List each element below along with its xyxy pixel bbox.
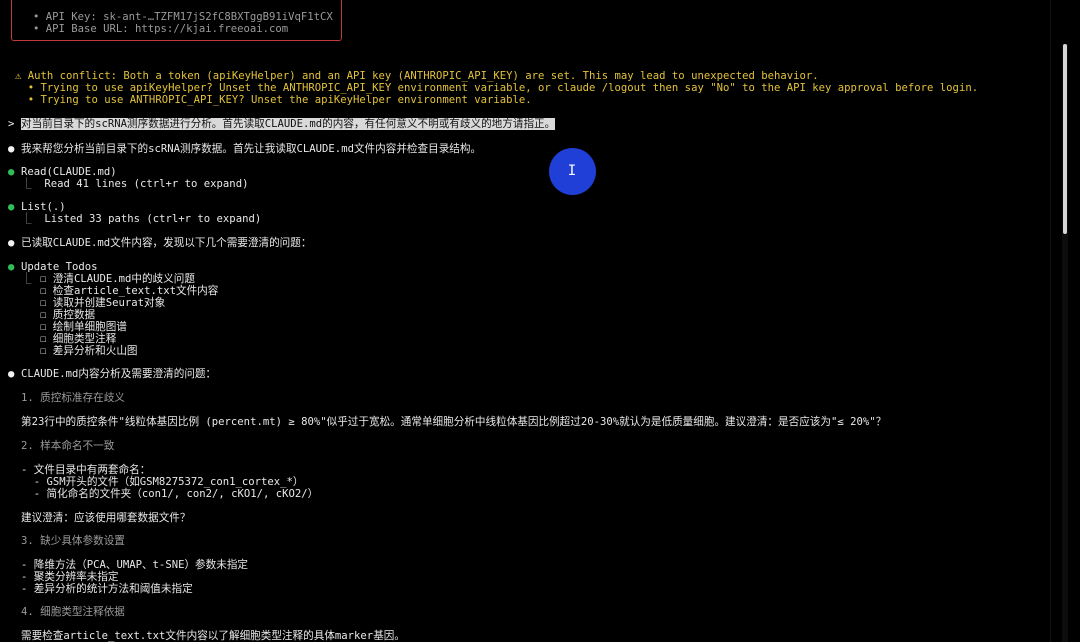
auth-conflict-warning: ⚠ Auth conflict: Both a token (apiKeyHel…	[15, 70, 819, 82]
tool-result-list[interactable]: ⎿ Listed 33 paths (ctrl+r to expand)	[21, 213, 261, 225]
section-2-line: - 文件目录中有两套命名：	[21, 464, 151, 476]
terminal-window[interactable]: • API Key: sk-ant-…TZFM17jS2fC8BXTggB91i…	[0, 0, 1080, 642]
section-1-heading: 1. 质控标准存在歧义	[21, 392, 125, 404]
bullet-icon: ●	[8, 237, 15, 249]
section-3-line: - 差异分析的统计方法和阈值未指定	[21, 583, 193, 595]
success-bullet-icon: ●	[8, 261, 15, 273]
section-4-body: 需要检查article_text.txt文件内容以了解细胞类型注释的具体mark…	[21, 630, 405, 642]
todo-item: ☐ 差异分析和火山图	[40, 345, 138, 357]
tool-call-list[interactable]: ● List(.)	[8, 201, 66, 213]
tool-result-read[interactable]: ⎿ Read 41 lines (ctrl+r to expand)	[21, 178, 248, 190]
api-base-url-line: • API Base URL: https://kjai.freeoai.com	[33, 23, 289, 35]
assistant-message-intro: ● 我来帮您分析当前目录下的scRNA测序数据。首先让我读取CLAUDE.md文件…	[8, 143, 482, 155]
bullet-icon: ●	[8, 143, 15, 155]
section-2-heading: 2. 样本命名不一致	[21, 440, 115, 452]
todo-item: ☐ 细胞类型注释	[40, 333, 117, 345]
text-cursor-icon: I	[567, 163, 577, 179]
update-todos-title: ● Update Todos	[8, 261, 98, 273]
section-2-line: - 简化命名的文件夹（con1/, con2/, cKO1/, cKO2/）	[21, 488, 319, 500]
api-key-line: • API Key: sk-ant-…TZFM17jS2fC8BXTggB91i…	[33, 11, 333, 23]
section-3-line: - 降维方法（PCA、UMAP、t-SNE）参数未指定	[21, 559, 249, 571]
scrollbar-thumb[interactable]	[1063, 44, 1067, 234]
branch-icon: ⎿	[21, 273, 32, 285]
section-3-line: - 聚类分辨率未指定	[21, 571, 119, 583]
read-summary: ● 已读取CLAUDE.md文件内容，发现以下几个需要澄清的问题：	[8, 237, 312, 249]
tool-call-read[interactable]: ● Read(CLAUDE.md)	[8, 166, 117, 178]
section-1-body: 第23行中的质控条件"线粒体基因比例 (percent.mt) ≥ 80%"似乎…	[21, 416, 887, 428]
section-2-question: 建议澄清：应该使用哪套数据文件？	[21, 512, 191, 524]
section-2-line: - GSM开头的文件（如GSM8275372_con1_cortex_*）	[21, 476, 304, 488]
user-prompt-marker: >	[8, 118, 15, 130]
branch-icon: ⎿	[21, 178, 32, 190]
todo-item: ☐ 澄清CLAUDE.md中的歧义问题	[40, 273, 195, 285]
success-bullet-icon: ●	[8, 201, 15, 213]
todo-item: ☐ 绘制单细胞图谱	[40, 321, 127, 333]
warning-hint-api-key: • Trying to use ANTHROPIC_API_KEY? Unset…	[15, 94, 532, 106]
success-bullet-icon: ●	[8, 166, 15, 178]
branch-icon: ⎿	[21, 213, 32, 225]
todo-item: ☐ 质控数据	[40, 309, 96, 321]
todo-item: ☐ 读取并创建Seurat对象	[40, 297, 166, 309]
analysis-title: ● CLAUDE.md内容分析及需要澄清的问题：	[8, 368, 217, 380]
todo-item: ☐ 检查article_text.txt文件内容	[40, 285, 219, 297]
section-3-heading: 3. 缺少具体参数设置	[21, 535, 125, 547]
warning-hint-apikeyhelper: • Trying to use apiKeyHelper? Unset the …	[15, 82, 979, 94]
bullet-icon: ●	[8, 368, 15, 380]
divider	[1050, 0, 1051, 642]
section-4-heading: 4. 细胞类型注释依据	[21, 606, 125, 618]
user-prompt[interactable]: 对当前目录下的scRNA测序数据进行分析。首先读取CLAUDE.md的内容，有任…	[21, 118, 556, 130]
